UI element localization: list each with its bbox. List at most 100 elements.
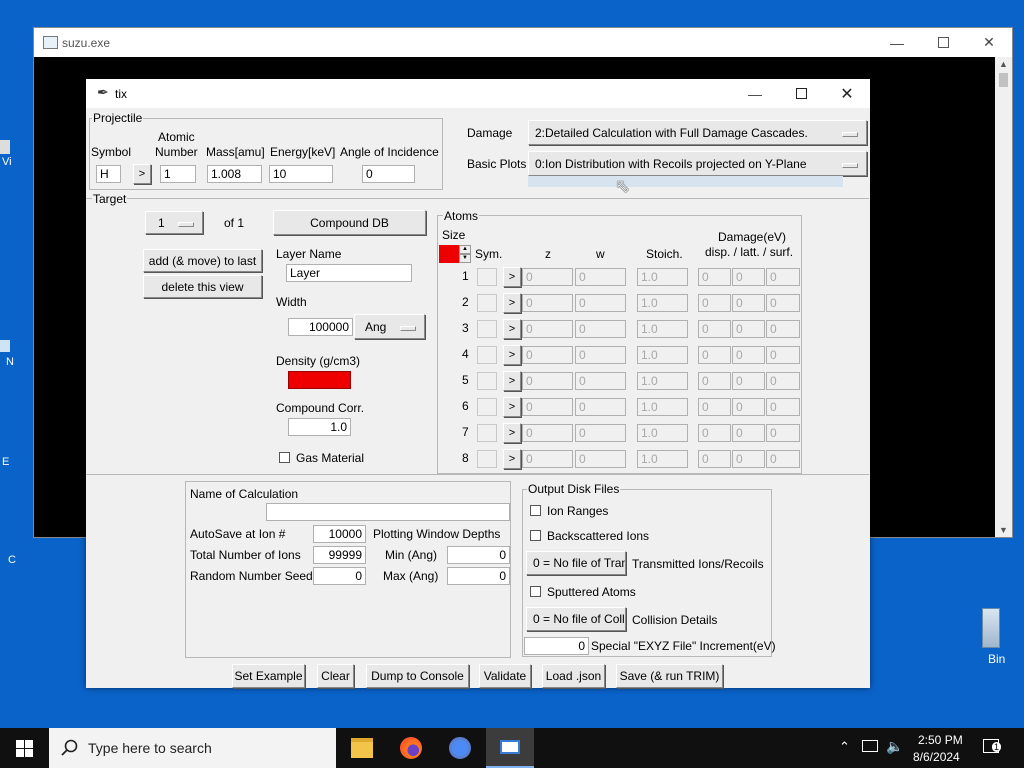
atom-disp-field[interactable]: 0 <box>698 320 731 338</box>
load-json-button[interactable]: Load .json <box>542 664 605 688</box>
random-seed-field[interactable]: 0 <box>313 567 366 585</box>
atom-z-field[interactable]: 0 <box>522 450 573 468</box>
atom-z-field[interactable]: 0 <box>522 424 573 442</box>
atom-symbol-field[interactable] <box>477 398 497 416</box>
exyz-increment-field[interactable]: 0 <box>524 637 589 655</box>
gas-material-checkbox[interactable] <box>279 452 290 463</box>
atom-z-field[interactable]: 0 <box>522 268 573 286</box>
atom-disp-field[interactable]: 0 <box>698 424 731 442</box>
atom-z-field[interactable]: 0 <box>522 398 573 416</box>
width-unit-select[interactable]: Ang <box>354 314 425 339</box>
atom-disp-field[interactable]: 0 <box>698 268 731 286</box>
atom-surf-field[interactable]: 0 <box>766 320 800 338</box>
atom-latt-field[interactable]: 0 <box>732 320 765 338</box>
desktop-icon-fragment-1[interactable]: Vi <box>0 140 18 170</box>
atom-w-field[interactable]: 0 <box>575 320 626 338</box>
atom-stoich-field[interactable]: 1.0 <box>637 294 688 312</box>
atom-disp-field[interactable]: 0 <box>698 294 731 312</box>
desktop-icon-fragment-3[interactable]: E <box>0 440 18 470</box>
atom-latt-field[interactable]: 0 <box>732 450 765 468</box>
backscattered-checkbox[interactable] <box>530 530 541 541</box>
atom-z-field[interactable]: 0 <box>522 346 573 364</box>
volume-muted-icon[interactable]: 🔈 <box>886 738 903 755</box>
autosave-field[interactable]: 10000 <box>313 525 366 543</box>
atom-latt-field[interactable]: 0 <box>732 294 765 312</box>
maximize-button[interactable] <box>920 28 966 57</box>
start-button[interactable] <box>0 728 48 768</box>
layer-name-field[interactable]: Layer <box>286 264 412 282</box>
symbol-select-button[interactable]: > <box>133 164 151 184</box>
spin-up-icon[interactable]: ▲ <box>459 245 471 254</box>
scroll-thumb[interactable] <box>999 73 1008 87</box>
atom-element-select-button[interactable]: > <box>503 397 521 417</box>
atom-surf-field[interactable]: 0 <box>766 268 800 286</box>
total-ions-field[interactable]: 99999 <box>313 546 366 564</box>
max-ang-field[interactable]: 0 <box>447 567 510 585</box>
atom-surf-field[interactable]: 0 <box>766 450 800 468</box>
atomic-number-field[interactable]: 1 <box>160 165 196 183</box>
delete-this-view-button[interactable]: delete this view <box>143 275 262 298</box>
atom-stoich-field[interactable]: 1.0 <box>637 372 688 390</box>
atom-stoich-field[interactable]: 1.0 <box>637 268 688 286</box>
atom-element-select-button[interactable]: > <box>503 423 521 443</box>
tix-maximize-button[interactable] <box>778 79 824 108</box>
atom-surf-field[interactable]: 0 <box>766 372 800 390</box>
atom-stoich-field[interactable]: 1.0 <box>637 320 688 338</box>
atom-w-field[interactable]: 0 <box>575 372 626 390</box>
atom-surf-field[interactable]: 0 <box>766 294 800 312</box>
atom-element-select-button[interactable]: > <box>503 371 521 391</box>
symbol-field[interactable]: H <box>96 165 121 183</box>
taskbar-search[interactable]: Type here to search <box>49 728 336 768</box>
width-field[interactable]: 100000 <box>288 318 353 336</box>
mass-field[interactable]: 1.008 <box>207 165 262 183</box>
energy-field[interactable]: 10 <box>269 165 333 183</box>
atom-element-select-button[interactable]: > <box>503 449 521 469</box>
file-explorer-taskbar-button[interactable] <box>338 728 386 768</box>
atom-disp-field[interactable]: 0 <box>698 372 731 390</box>
clock-time[interactable]: 2:50 PM <box>918 733 963 747</box>
atom-element-select-button[interactable]: > <box>503 345 521 365</box>
atom-latt-field[interactable]: 0 <box>732 268 765 286</box>
atom-z-field[interactable]: 0 <box>522 294 573 312</box>
desktop-icon-fragment-2[interactable]: N <box>0 340 18 370</box>
atom-latt-field[interactable]: 0 <box>732 346 765 364</box>
angle-field[interactable]: 0 <box>362 165 415 183</box>
name-of-calculation-field[interactable] <box>266 503 510 521</box>
collision-file-button[interactable]: 0 = No file of Collision <box>526 607 626 631</box>
active-app-taskbar-button[interactable] <box>486 728 534 768</box>
desktop-icon-fragment-4[interactable]: C <box>0 540 18 570</box>
atom-latt-field[interactable]: 0 <box>732 424 765 442</box>
compound-corr-field[interactable]: 1.0 <box>288 418 351 436</box>
atom-symbol-field[interactable] <box>477 294 497 312</box>
damage-select[interactable]: 2:Detailed Calculation with Full Damage … <box>528 120 867 145</box>
atom-stoich-field[interactable]: 1.0 <box>637 398 688 416</box>
atom-w-field[interactable]: 0 <box>575 450 626 468</box>
atom-element-select-button[interactable]: > <box>503 267 521 287</box>
notifications-button[interactable]: 1 <box>983 739 1002 753</box>
atom-surf-field[interactable]: 0 <box>766 424 800 442</box>
atom-w-field[interactable]: 0 <box>575 424 626 442</box>
atom-w-field[interactable]: 0 <box>575 294 626 312</box>
network-icon[interactable] <box>862 740 878 752</box>
atom-symbol-field[interactable] <box>477 320 497 338</box>
atom-stoich-field[interactable]: 1.0 <box>637 346 688 364</box>
size-spinbox[interactable]: 0 ▲ ▼ <box>439 245 471 263</box>
atom-w-field[interactable]: 0 <box>575 398 626 416</box>
scroll-down-icon[interactable]: ▼ <box>999 525 1008 535</box>
atom-z-field[interactable]: 0 <box>522 320 573 338</box>
tix-titlebar[interactable]: ✒ tix — ✕ <box>86 79 870 108</box>
firefox-taskbar-button[interactable] <box>387 728 435 768</box>
close-button[interactable]: ✕ <box>966 28 1012 57</box>
atom-element-select-button[interactable]: > <box>503 293 521 313</box>
atom-z-field[interactable]: 0 <box>522 372 573 390</box>
compound-db-button[interactable]: Compound DB <box>273 210 426 235</box>
atom-disp-field[interactable]: 0 <box>698 398 731 416</box>
atom-stoich-field[interactable]: 1.0 <box>637 450 688 468</box>
sputtered-checkbox[interactable] <box>530 586 541 597</box>
atom-latt-field[interactable]: 0 <box>732 398 765 416</box>
basic-plots-select[interactable]: 0:Ion Distribution with Recoils projecte… <box>528 151 867 176</box>
atom-disp-field[interactable]: 0 <box>698 450 731 468</box>
atom-surf-field[interactable]: 0 <box>766 346 800 364</box>
spin-down-icon[interactable]: ▼ <box>459 254 471 263</box>
atom-symbol-field[interactable] <box>477 346 497 364</box>
